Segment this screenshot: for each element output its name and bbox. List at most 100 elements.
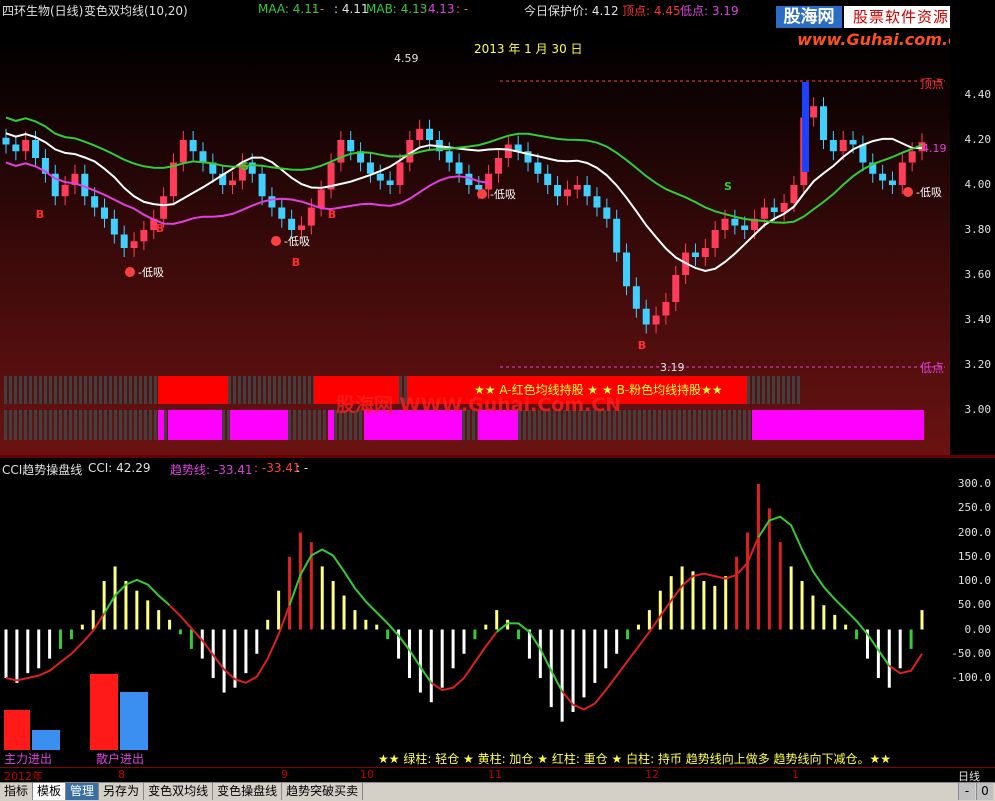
cci-bar — [626, 629, 630, 640]
candle — [573, 176, 581, 199]
svg-text:-低吸: -低吸 — [490, 188, 516, 201]
tab-save-as[interactable]: 另存为 — [99, 783, 145, 800]
cci-axis: 300.0 250.0 200.0 150.0 100.0 50.00 0.00 -50.00… — [950, 458, 995, 766]
cci-axis-tick: -50.00 — [951, 646, 991, 660]
cci-bar — [538, 629, 542, 678]
bottom-price: 低点: 3.19 — [680, 4, 739, 18]
candle — [534, 153, 542, 183]
price-chart-panel[interactable]: B B B B B S S -低吸 -低吸 -低吸 -低吸 四环生物(日线) 变色双均线(10,20… — [0, 0, 995, 455]
svg-text:-低吸: -低吸 — [138, 266, 164, 279]
candle — [110, 209, 118, 244]
cci-bar — [844, 624, 848, 630]
cci-bar — [571, 629, 575, 712]
candle — [376, 164, 384, 190]
low-absorb-signal: -低吸 — [125, 266, 164, 279]
svg-text:-低吸: -低吸 — [916, 186, 942, 199]
candle — [514, 135, 522, 161]
cci-bar — [462, 629, 466, 654]
candle — [583, 176, 591, 206]
candle — [347, 131, 355, 161]
cci-bar — [135, 590, 139, 630]
low-absorb-signal: -低吸 — [271, 235, 310, 248]
candle — [41, 149, 49, 183]
cci-bar — [364, 619, 368, 630]
buy-signal: B — [156, 222, 164, 235]
price-axis-tick: 3.00 — [964, 403, 992, 416]
candle — [189, 131, 197, 161]
date-axis: 2012年 8 9 10 11 12 1 日线 — [0, 767, 995, 783]
cci-bar — [876, 629, 880, 678]
buy-signal: B — [328, 208, 336, 221]
cci-bar — [451, 629, 455, 669]
cci-bar — [386, 629, 390, 640]
stock-title: 四环生物(日线) — [2, 4, 84, 18]
candle — [366, 153, 374, 183]
candle — [199, 142, 207, 172]
tab-dual-ma[interactable]: 变色双均线 — [144, 783, 214, 800]
candle — [357, 142, 365, 172]
high-marker: 4.59 — [394, 52, 419, 65]
cci-trend-up — [5, 613, 105, 682]
svg-text:B: B — [292, 256, 300, 269]
cci-trend-up — [168, 604, 291, 684]
candle — [701, 239, 709, 266]
cci-bar — [746, 532, 750, 630]
candle — [554, 176, 562, 206]
candle — [317, 180, 325, 217]
date-label-aug: 8 — [118, 768, 125, 781]
tab-trade-line[interactable]: 变色操盘线 — [213, 783, 283, 800]
cci-bar — [713, 585, 717, 630]
cci-bar — [407, 629, 411, 678]
cci-bar — [593, 629, 597, 683]
cci-bar — [178, 629, 182, 635]
tab-breakout[interactable]: 趋势突破买卖 — [282, 783, 364, 800]
date-label-sep: 9 — [281, 768, 288, 781]
candle — [780, 194, 788, 221]
zoom-out-button[interactable]: - — [958, 783, 975, 800]
candle — [711, 221, 719, 257]
cci-bar — [909, 629, 913, 649]
cci-bar — [255, 629, 259, 654]
candle — [278, 198, 286, 228]
sell-signal: S — [724, 180, 732, 193]
cci-bar — [277, 590, 281, 630]
tab-template[interactable]: 模板 — [33, 783, 67, 800]
cci-bar — [517, 629, 521, 640]
candle — [268, 187, 276, 217]
cci-bar — [189, 629, 193, 649]
candle — [120, 225, 128, 257]
tab-indicator[interactable]: 指标 — [0, 783, 34, 800]
cci-panel[interactable]: CCI趋势操盘线 CCI: 42.29 趋势线: -33.41 : -33.41… — [0, 458, 950, 766]
tab-manage[interactable]: 管理 — [66, 783, 100, 800]
cci-bar — [168, 619, 172, 630]
cci-bar — [4, 629, 8, 678]
cci-bar — [320, 566, 324, 630]
candle — [386, 171, 394, 194]
candle — [642, 299, 650, 334]
price-axis: 4.40 4.20 4.00 3.80 3.60 3.40 3.20 3.00 — [950, 0, 995, 455]
cci-bar — [615, 629, 619, 654]
cci-bar — [266, 619, 270, 630]
zoom-reset-button[interactable]: 0 — [976, 783, 993, 800]
mab-value: : 4.13 — [420, 2, 455, 16]
svg-text:S: S — [724, 180, 732, 193]
candle — [12, 135, 20, 161]
cci-bar — [658, 590, 662, 630]
candle — [219, 164, 227, 194]
price-axis-tick: 4.00 — [964, 178, 992, 191]
cci-bar — [244, 629, 248, 674]
cci-bar — [200, 629, 204, 659]
top-price: 顶点: 4.45 — [622, 4, 681, 18]
candle — [888, 171, 896, 194]
candle — [593, 187, 601, 217]
cci-bar — [37, 629, 41, 669]
cci-bar — [124, 581, 128, 630]
cci-bar — [778, 542, 782, 630]
cci-bar — [898, 629, 902, 669]
cci-bar — [811, 595, 815, 630]
cci-chart-svg[interactable] — [0, 458, 950, 766]
cci-bar — [756, 484, 760, 630]
svg-text:B: B — [328, 208, 336, 221]
candle — [337, 131, 345, 172]
candle — [100, 198, 108, 228]
